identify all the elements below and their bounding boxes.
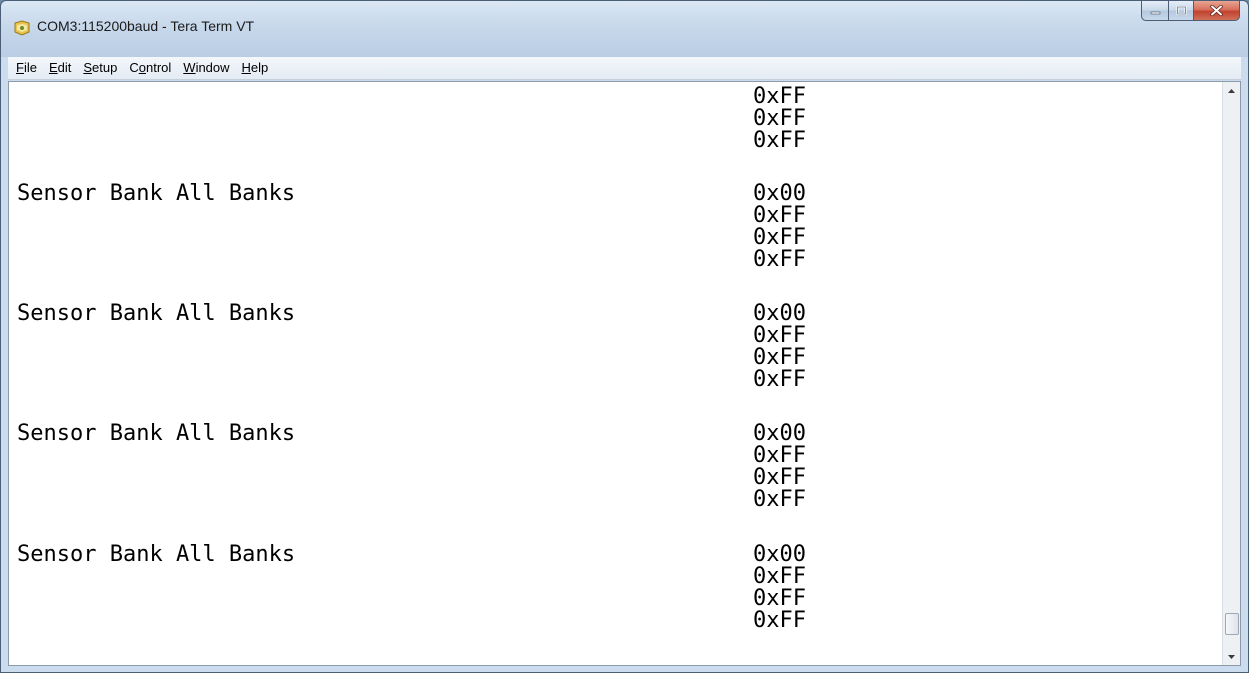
terminal-hex-value: 0xFF (753, 443, 806, 468)
window-title: COM3:115200baud - Tera Term VT (37, 18, 255, 34)
terminal-hex-value: 0x00 (753, 421, 806, 446)
scroll-down-button[interactable] (1223, 648, 1240, 665)
terminal-hex-value: 0xFF (753, 487, 806, 512)
terminal-hex-value: 0xFF (753, 345, 806, 370)
menu-file-accel: F (16, 60, 24, 75)
menu-setup[interactable]: Setup (77, 57, 123, 79)
terminal-hex-value: 0xFF (753, 128, 806, 153)
menu-control-accel: o (138, 60, 146, 75)
terminal-output: 0xFF 0xFF 0xFF Sensor Bank All Banks 0x0… (15, 86, 1215, 662)
close-button[interactable] (1194, 1, 1240, 21)
menu-setup-rest: etup (92, 60, 118, 75)
terminal-hex-value: 0x00 (753, 542, 806, 567)
terminal-hex-value: 0xFF (753, 203, 806, 228)
vertical-scrollbar[interactable] (1222, 82, 1240, 665)
scrollbar-thumb[interactable] (1225, 613, 1239, 635)
terminal-label-line: Sensor Bank All Banks (17, 181, 296, 206)
menu-control[interactable]: Control (123, 57, 177, 79)
menu-help-accel: H (241, 60, 251, 75)
scroll-up-button[interactable] (1223, 82, 1240, 99)
menu-window-rest: indow (195, 60, 230, 75)
tera-term-window: COM3:115200baud - Tera Term VT File Edit… (0, 0, 1249, 673)
terminal-hex-value: 0xFF (753, 225, 806, 250)
title-bar[interactable]: COM3:115200baud - Tera Term VT (1, 1, 1248, 57)
menu-edit-rest: dit (57, 60, 72, 75)
menu-window-accel: W (183, 60, 196, 75)
terminal-hex-value: 0x00 (753, 301, 806, 326)
tera-term-icon (14, 20, 30, 36)
menu-help-rest: elp (250, 60, 269, 75)
menu-setup-accel: S (83, 60, 93, 75)
menu-file-rest: ile (23, 60, 37, 75)
terminal-hex-value: 0xFF (753, 84, 806, 109)
terminal-hex-value: 0xFF (753, 367, 806, 392)
menu-window[interactable]: Window (177, 57, 235, 79)
menu-edit-accel: E (48, 60, 58, 75)
terminal-hex-value: 0xFF (753, 247, 806, 272)
menu-help[interactable]: Help (236, 57, 275, 79)
terminal-hex-value: 0x00 (753, 181, 806, 206)
scroll-down-arrow-icon (1228, 654, 1235, 659)
maximize-icon (1176, 6, 1186, 15)
terminal-label-line: Sensor Bank All Banks (17, 421, 296, 446)
terminal-hex-value: 0xFF (753, 586, 806, 611)
menu-edit[interactable]: Edit (43, 57, 77, 79)
maximize-button[interactable] (1168, 1, 1194, 21)
terminal-hex-value: 0xFF (753, 608, 806, 633)
terminal-label-line: Sensor Bank All Banks (17, 542, 296, 567)
scroll-up-arrow-icon (1228, 88, 1235, 93)
terminal-hex-value: 0xFF (753, 323, 806, 348)
close-icon (1210, 5, 1223, 16)
terminal-screen[interactable]: 0xFF 0xFF 0xFF Sensor Bank All Banks 0x0… (8, 81, 1241, 666)
minimize-button[interactable] (1141, 1, 1168, 21)
terminal-hex-value: 0xFF (753, 564, 806, 589)
terminal-hex-value: 0xFF (753, 465, 806, 490)
minimize-icon (1150, 11, 1160, 15)
terminal-hex-value: 0xFF (753, 106, 806, 131)
menu-bar: File Edit Setup Control Window Help (8, 57, 1241, 80)
menu-file[interactable]: File (8, 57, 43, 79)
menu-control-pre: C (129, 60, 139, 75)
menu-control-rest: ntrol (145, 60, 172, 75)
caption-buttons (1141, 1, 1240, 22)
terminal-label-line: Sensor Bank All Banks (17, 301, 296, 326)
